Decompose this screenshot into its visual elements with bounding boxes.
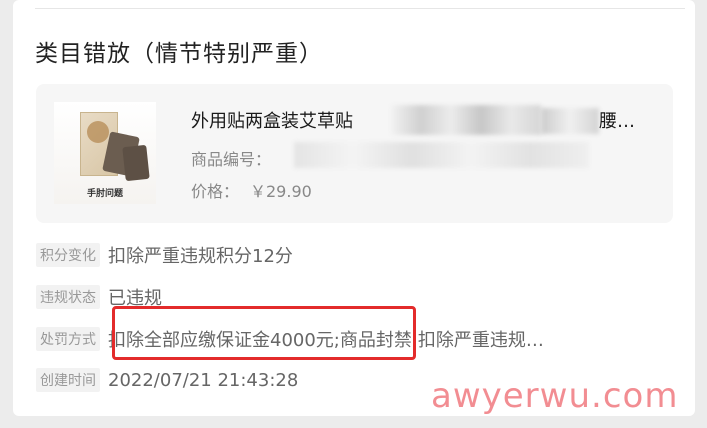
price-value: ￥29.90 bbox=[250, 182, 312, 201]
price-label: 价格： bbox=[191, 182, 240, 201]
detail-label: 违规状态 bbox=[36, 285, 100, 309]
detail-value: 扣除严重违规积分12分 bbox=[108, 246, 293, 267]
detail-row-points: 积分变化 扣除严重违规积分12分 bbox=[36, 242, 293, 270]
detail-label: 处罚方式 bbox=[36, 327, 100, 351]
blurred-product-code bbox=[294, 142, 589, 168]
detail-row-created: 创建时间 2022/07/21 21:43:28 bbox=[36, 368, 298, 396]
divider bbox=[35, 8, 685, 9]
product-name[interactable]: 外用贴两盒装艾草贴 bbox=[191, 107, 353, 133]
blurred-product-name bbox=[391, 105, 541, 135]
detail-value: 2022/07/21 21:43:28 bbox=[108, 369, 299, 391]
detail-label: 创建时间 bbox=[36, 368, 100, 392]
patch-image bbox=[122, 144, 150, 182]
watermark: awyerwu.com bbox=[431, 376, 679, 416]
product-name-tail[interactable]: 腰… bbox=[599, 107, 635, 133]
blurred-product-name bbox=[541, 108, 599, 134]
product-code-label: 商品编号： bbox=[191, 150, 272, 169]
detail-label: 积分变化 bbox=[36, 243, 100, 267]
product-thumbnail[interactable]: 手肘问题 bbox=[54, 102, 156, 204]
thumbnail-caption: 手肘问题 bbox=[86, 189, 123, 199]
violation-title: 类目错放（情节特别严重） bbox=[35, 41, 323, 67]
product-card[interactable]: 手肘问题 外用贴两盒装艾草贴 腰… 商品编号： 价格： ￥29.90 bbox=[36, 84, 673, 223]
highlight-annotation-box bbox=[112, 306, 416, 360]
